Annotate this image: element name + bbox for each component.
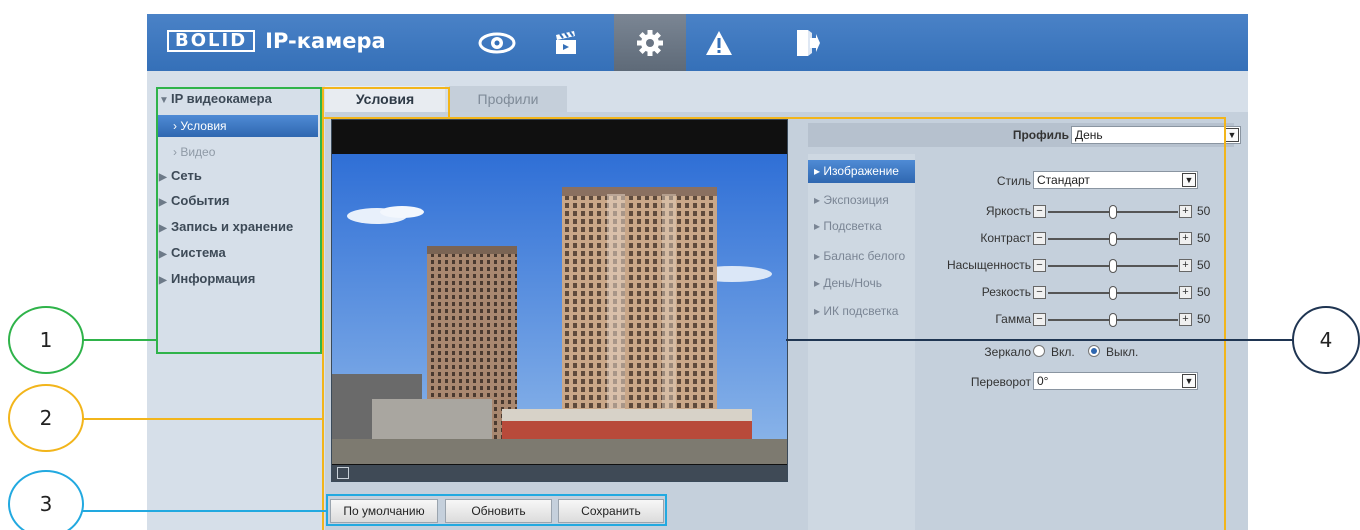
annotation-box-2 [322, 117, 1226, 530]
annotation-box-1 [156, 87, 322, 354]
tab-profiles[interactable]: Профили [449, 86, 567, 112]
annotation-tab-box-2 [322, 87, 450, 119]
top-navigation-bar: BOLID IP-камера [147, 14, 1248, 71]
app-title: IP-камера [265, 29, 386, 53]
logout-nav[interactable] [771, 14, 843, 71]
playback-nav[interactable] [530, 14, 602, 71]
gear-icon [637, 29, 663, 56]
clapperboard-icon [556, 30, 576, 54]
annotation-box-3 [326, 494, 667, 526]
annotation-marker-1: 1 [8, 306, 84, 374]
bolid-logo: BOLID [167, 30, 256, 52]
annotation-line-3 [82, 510, 327, 512]
annotation-marker-4: 4 [1292, 306, 1360, 374]
annotation-line-4 [786, 339, 1294, 341]
annotation-line-2 [82, 418, 323, 420]
exit-icon [797, 29, 820, 56]
logo: BOLID IP-камера [167, 29, 386, 53]
annotation-marker-2: 2 [8, 384, 84, 452]
annotation-line-1 [82, 339, 157, 341]
annotation-marker-3: 3 [8, 470, 84, 530]
warning-icon [706, 30, 732, 55]
settings-nav[interactable] [614, 14, 686, 71]
alarm-nav[interactable] [683, 14, 755, 71]
eye-icon [478, 32, 516, 53]
screenshot-stage: BOLID IP-камера ▼ IP видеокамера › Услови… [0, 0, 1360, 530]
live-view-nav[interactable] [461, 14, 533, 71]
chevron-down-icon: ▼ [1225, 128, 1239, 142]
